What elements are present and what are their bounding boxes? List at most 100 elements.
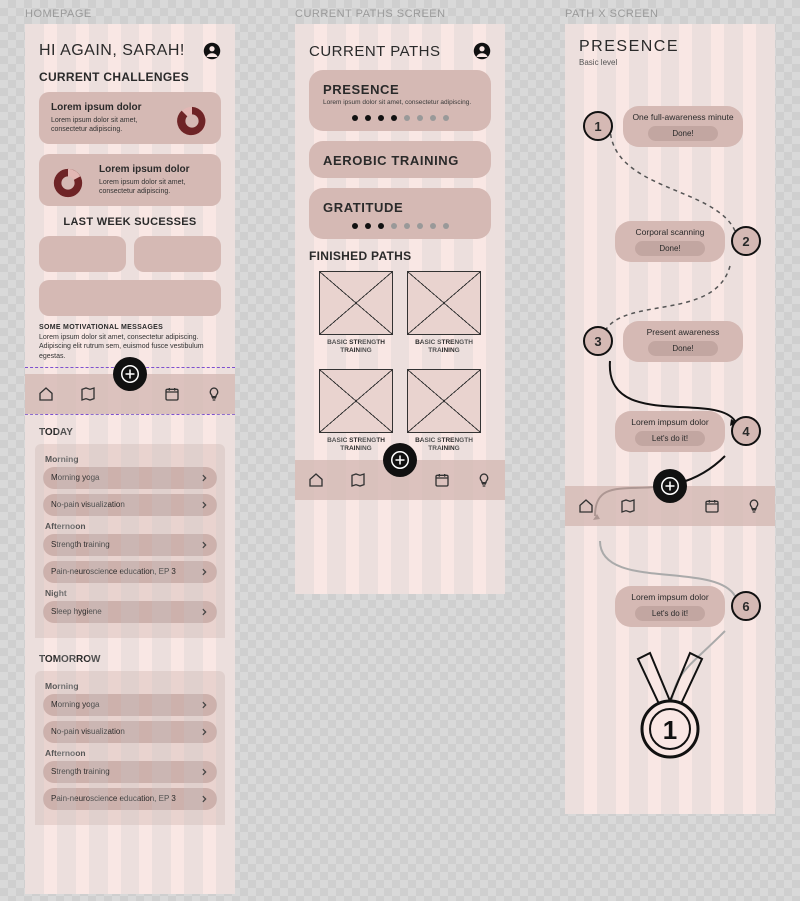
path-title: GRATITUDE: [323, 200, 477, 215]
image-placeholder-icon: [319, 369, 393, 433]
step-node-3[interactable]: 3: [583, 326, 613, 356]
path-desc: Lorem ipsum dolor sit amet, consectetur …: [323, 99, 477, 107]
step-card-3[interactable]: Present awareness Done!: [623, 321, 743, 362]
step-node-4[interactable]: 4: [731, 416, 761, 446]
step-label: Lorem impsum dolor: [623, 417, 717, 427]
path-steps-area: 1 One full-awareness minute Done! 2 Corp…: [565, 71, 775, 771]
morning-label: Morning: [45, 454, 217, 464]
step-node-2[interactable]: 2: [731, 226, 761, 256]
path-card-aerobic[interactable]: AEROBIC TRAINING: [309, 141, 491, 178]
activity-row[interactable]: Sleep hygiene: [43, 601, 217, 623]
chevron-right-icon: [199, 540, 209, 550]
bulb-icon[interactable]: [746, 498, 762, 514]
add-fab-button[interactable]: [653, 469, 687, 503]
challenges-heading: CURRENT CHALLENGES: [39, 70, 221, 84]
bulb-icon[interactable]: [206, 386, 222, 402]
path-card-gratitude[interactable]: GRATITUDE: [309, 188, 491, 239]
finished-paths-heading: FINISHED PATHS: [309, 249, 491, 263]
challenge-2-desc: Lorem ipsum dolor sit amet, consectetur …: [99, 178, 209, 196]
tomorrow-section: TOMORROW Morning Morning yoga No-pain vi…: [25, 642, 235, 829]
finished-path-item[interactable]: BASIC STRENGTH TRAINING: [407, 369, 481, 453]
activity-label: Sleep hygiene: [51, 607, 102, 616]
chevron-right-icon: [199, 500, 209, 510]
activity-label: Strength training: [51, 540, 110, 549]
step-card-6[interactable]: Lorem impsum dolor Let's do it!: [615, 586, 725, 627]
frame-label-current-paths: CURRENT PATHS SCREEN: [295, 8, 446, 20]
home-icon[interactable]: [578, 498, 594, 514]
activity-row[interactable]: Pain-neuroscience education, EP 3: [43, 788, 217, 810]
step-node-6[interactable]: 6: [731, 591, 761, 621]
svg-text:1: 1: [663, 715, 677, 745]
chevron-right-icon: [199, 727, 209, 737]
challenge-card-1[interactable]: Lorem ipsum dolor Lorem ipsum dolor sit …: [39, 92, 221, 144]
image-placeholder-icon: [319, 271, 393, 335]
activity-row[interactable]: Strength training: [43, 761, 217, 783]
map-icon[interactable]: [350, 472, 366, 488]
activity-label: Pain-neuroscience education, EP 3: [51, 567, 176, 576]
finished-path-caption: BASIC STRENGTH TRAINING: [319, 339, 393, 355]
today-section: TODAY Morning Morning yoga No-pain visua…: [25, 415, 235, 642]
frame-label-homepage: HOMEPAGE: [25, 8, 92, 20]
finished-path-item[interactable]: BASIC STRENGTH TRAINING: [319, 369, 393, 453]
tomorrow-heading: TOMORROW: [39, 654, 221, 665]
map-icon[interactable]: [80, 386, 96, 402]
calendar-icon[interactable]: [434, 472, 450, 488]
step-card-4[interactable]: Lorem impsum dolor Let's do it!: [615, 411, 725, 452]
activity-row[interactable]: No-pain visualization: [43, 494, 217, 516]
profile-icon[interactable]: [473, 42, 491, 60]
add-fab-button[interactable]: [113, 357, 147, 391]
step-status: Done!: [635, 241, 705, 256]
home-icon[interactable]: [38, 386, 54, 402]
home-icon[interactable]: [308, 472, 324, 488]
activity-label: No-pain visualization: [51, 727, 125, 736]
finished-path-item[interactable]: BASIC STRENGTH TRAINING: [319, 271, 393, 355]
path-title: PRESENCE: [579, 38, 761, 56]
afternoon-label: Afternoon: [45, 748, 217, 758]
donut-chart-icon: [175, 104, 209, 138]
current-paths-frame: CURRENT PATHS PRESENCE Lorem ipsum dolor…: [295, 24, 505, 594]
step-label: Present awareness: [631, 327, 735, 337]
finished-paths-grid: BASIC STRENGTH TRAINING BASIC STRENGTH T…: [295, 271, 505, 466]
step-label: Lorem impsum dolor: [623, 592, 717, 602]
success-placeholder[interactable]: [39, 236, 126, 272]
activity-row[interactable]: Morning yoga: [43, 467, 217, 489]
step-status: Done!: [648, 126, 718, 141]
motivational-label: SOME MOTIVATIONAL MESSAGES: [39, 324, 221, 331]
success-placeholder[interactable]: [39, 280, 221, 316]
activity-row[interactable]: Morning yoga: [43, 694, 217, 716]
finished-path-item[interactable]: BASIC STRENGTH TRAINING: [407, 271, 481, 355]
finished-path-caption: BASIC STRENGTH TRAINING: [319, 437, 393, 453]
map-icon[interactable]: [620, 498, 636, 514]
add-fab-button[interactable]: [383, 443, 417, 477]
activity-row[interactable]: No-pain visualization: [43, 721, 217, 743]
calendar-icon[interactable]: [704, 498, 720, 514]
progress-dots: [323, 115, 477, 121]
last-week-heading: LAST WEEK SUCESSES: [39, 216, 221, 228]
bottom-nav: [565, 486, 775, 526]
chevron-right-icon: [199, 794, 209, 804]
step-status: Done!: [648, 341, 718, 356]
path-x-frame: PRESENCE Basic level 1 One full-awarenes…: [565, 24, 775, 814]
step-status: Let's do it!: [635, 606, 705, 621]
finished-path-caption: BASIC STRENGTH TRAINING: [407, 339, 481, 355]
step-card-2[interactable]: Corporal scanning Done!: [615, 221, 725, 262]
calendar-icon[interactable]: [164, 386, 180, 402]
activity-row[interactable]: Pain-neuroscience education, EP 3: [43, 561, 217, 583]
activity-label: No-pain visualization: [51, 500, 125, 509]
step-card-1[interactable]: One full-awareness minute Done!: [623, 106, 743, 147]
step-node-1[interactable]: 1: [583, 111, 613, 141]
step-status: Let's do it!: [635, 431, 705, 446]
activity-label: Morning yoga: [51, 473, 99, 482]
current-paths-heading: CURRENT PATHS: [309, 43, 441, 60]
medal-icon: 1: [630, 651, 710, 761]
frame-label-path-x: PATH X SCREEN: [565, 8, 659, 20]
bulb-icon[interactable]: [476, 472, 492, 488]
donut-chart-icon: [51, 166, 85, 200]
activity-row[interactable]: Strength training: [43, 534, 217, 556]
profile-icon[interactable]: [203, 42, 221, 60]
challenge-card-2[interactable]: Lorem ipsum dolor Lorem ipsum dolor sit …: [39, 154, 221, 206]
path-card-presence[interactable]: PRESENCE Lorem ipsum dolor sit amet, con…: [309, 70, 491, 131]
afternoon-label: Afternoon: [45, 521, 217, 531]
step-label: One full-awareness minute: [631, 112, 735, 122]
success-placeholder[interactable]: [134, 236, 221, 272]
